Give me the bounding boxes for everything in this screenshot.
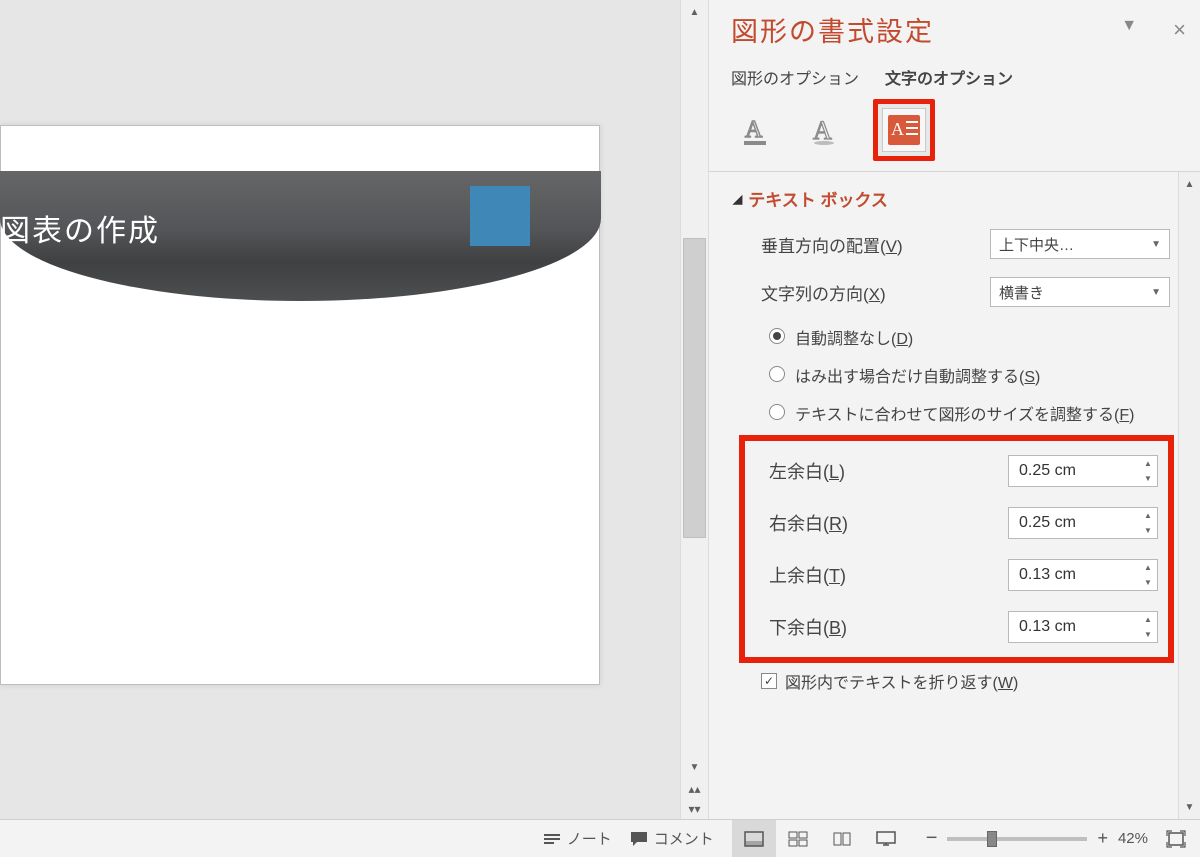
fit-to-window-button[interactable] — [1166, 830, 1186, 848]
text-fill-outline-icon[interactable]: A — [737, 110, 777, 150]
radio-icon — [769, 328, 785, 344]
valign-combo[interactable]: 上下中央…▼ — [990, 229, 1170, 259]
valign-label: 垂直方向の配置(V) — [761, 232, 990, 257]
normal-view-button[interactable] — [732, 820, 776, 857]
wrap-text-checkbox[interactable]: ✓ 図形内でテキストを折り返す(W) — [733, 669, 1170, 693]
tab-text-options[interactable]: 文字のオプション — [885, 65, 1013, 89]
margin-right-label: 右余白(R) — [755, 510, 1008, 536]
textdir-combo[interactable]: 横書き▼ — [990, 277, 1170, 307]
slide-canvas[interactable]: 図表の作成 — [0, 125, 600, 685]
spin-up-icon[interactable]: ▲ — [1139, 456, 1157, 471]
comment-icon — [630, 831, 648, 847]
spin-down-icon[interactable]: ▼ — [1139, 523, 1157, 538]
spin-up-icon[interactable]: ▲ — [1139, 612, 1157, 627]
slide-title-text[interactable]: 図表の作成 — [0, 206, 160, 250]
slide-sorter-button[interactable] — [776, 820, 820, 857]
radio-icon — [769, 404, 785, 420]
spin-down-icon[interactable]: ▼ — [1139, 575, 1157, 590]
textdir-label: 文字列の方向(X) — [761, 280, 990, 305]
margin-right-input[interactable]: 0.25 cm▲▼ — [1008, 507, 1158, 539]
zoom-level[interactable]: 42% — [1118, 830, 1148, 847]
margin-bottom-input[interactable]: 0.13 cm▲▼ — [1008, 611, 1158, 643]
margin-top-label: 上余白(T) — [755, 562, 1008, 588]
next-slide-button[interactable]: ▾▾ — [681, 799, 708, 819]
panel-options-button[interactable]: ▼ — [1121, 17, 1137, 43]
text-effects-icon[interactable]: A — [805, 110, 845, 150]
section-textbox-header[interactable]: ◢ テキスト ボックス — [733, 186, 1170, 211]
autofit-shrink-radio[interactable]: はみ出す場合だけ自動調整する(S) — [733, 363, 1170, 387]
notes-icon — [543, 831, 561, 847]
margin-bottom-label: 下余白(B) — [755, 614, 1008, 640]
scroll-down-button[interactable]: ▼ — [681, 755, 708, 779]
zoom-out-button[interactable]: − — [926, 827, 938, 850]
textbox-icon-selected[interactable]: A — [873, 99, 935, 161]
radio-icon — [769, 366, 785, 382]
prev-slide-button[interactable]: ▴▴ — [681, 779, 708, 799]
margin-left-input[interactable]: 0.25 cm▲▼ — [1008, 455, 1158, 487]
status-bar: ノート コメント − + 42% — [0, 819, 1200, 857]
panel-scrollbar[interactable]: ▲ ▼ — [1178, 172, 1200, 819]
format-shape-panel: 図形の書式設定 ▼ × 図形のオプション 文字のオプション A A — [708, 0, 1200, 819]
spin-down-icon[interactable]: ▼ — [1139, 627, 1157, 642]
spin-up-icon[interactable]: ▲ — [1139, 560, 1157, 575]
chevron-down-icon: ▼ — [1151, 239, 1161, 250]
comments-button[interactable]: コメント — [630, 828, 714, 849]
panel-close-button[interactable]: × — [1173, 17, 1186, 43]
checkbox-icon: ✓ — [761, 673, 777, 689]
spin-down-icon[interactable]: ▼ — [1139, 471, 1157, 486]
tab-shape-options[interactable]: 図形のオプション — [731, 65, 859, 89]
collapse-icon: ◢ — [733, 192, 742, 206]
svg-text:A: A — [891, 119, 904, 139]
zoom-in-button[interactable]: + — [1097, 828, 1108, 849]
slide-edit-area: 図表の作成 — [0, 0, 680, 819]
chevron-down-icon: ▼ — [1151, 287, 1161, 298]
panel-title: 図形の書式設定 — [731, 10, 934, 49]
scroll-down-button[interactable]: ▼ — [1179, 795, 1200, 819]
fit-icon — [1166, 830, 1186, 848]
zoom-thumb[interactable] — [987, 831, 997, 847]
autofit-resize-radio[interactable]: テキストに合わせて図形のサイズを調整する(F) — [733, 401, 1170, 425]
reading-view-button[interactable] — [820, 820, 864, 857]
svg-text:A: A — [745, 117, 763, 143]
scroll-up-button[interactable]: ▲ — [1179, 172, 1200, 196]
zoom-slider[interactable] — [947, 837, 1087, 841]
margin-left-label: 左余白(L) — [755, 458, 1008, 484]
scroll-thumb[interactable] — [683, 238, 706, 538]
notes-button[interactable]: ノート — [543, 828, 612, 849]
vertical-scrollbar[interactable]: ▲ ▼ ▴▴ ▾▾ — [680, 0, 708, 819]
slideshow-button[interactable] — [864, 820, 908, 857]
svg-text:A: A — [813, 116, 832, 145]
scroll-up-button[interactable]: ▲ — [681, 0, 708, 24]
margins-highlight: 左余白(L) 0.25 cm▲▼ 右余白(R) 0.25 cm▲▼ 上余白(T)… — [739, 435, 1174, 663]
margin-top-input[interactable]: 0.13 cm▲▼ — [1008, 559, 1158, 591]
spin-up-icon[interactable]: ▲ — [1139, 508, 1157, 523]
selected-shape[interactable] — [470, 186, 530, 246]
autofit-none-radio[interactable]: 自動調整なし(D) — [733, 325, 1170, 349]
scroll-track[interactable] — [681, 24, 708, 755]
